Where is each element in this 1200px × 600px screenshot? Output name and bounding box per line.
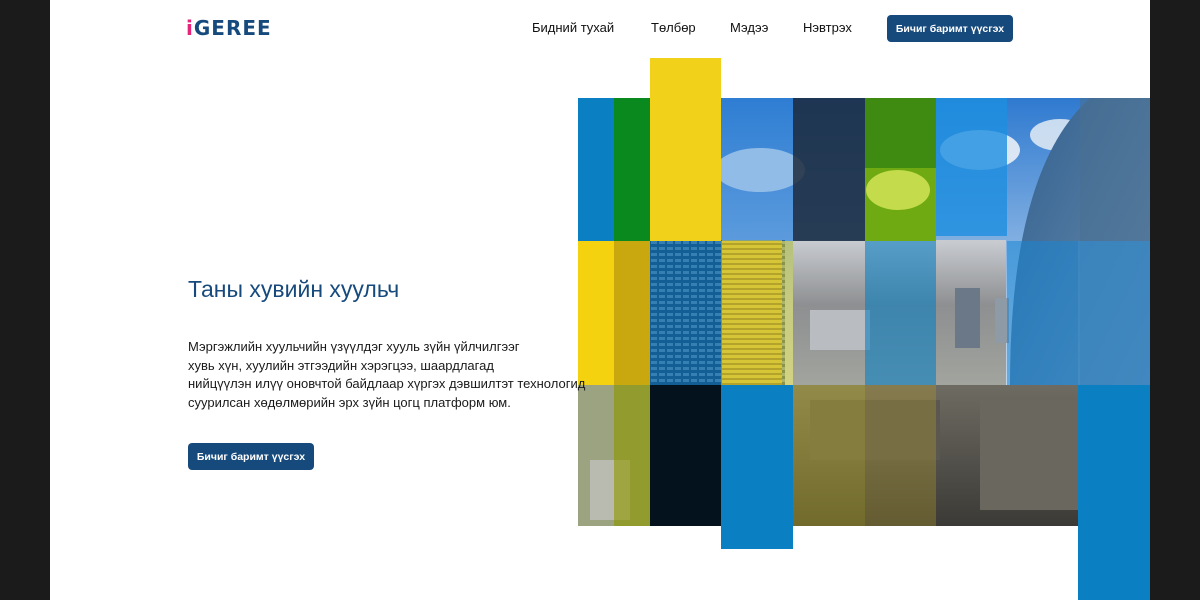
- nav-item-pricing[interactable]: Төлбөр: [651, 20, 711, 35]
- hero-description-line: нийцүүлэн илүү оновчтой байдлаар хүргэх …: [188, 376, 586, 391]
- nav-item-news[interactable]: Мэдээ: [730, 20, 790, 35]
- nav-item-login[interactable]: Нэвтрэх: [803, 20, 863, 35]
- create-document-hero-button[interactable]: Бичиг баримт үүсгэх: [188, 443, 314, 470]
- hero-description-line: суурилсан хөдөлмөрийн эрх зүйн цогц плат…: [188, 394, 511, 410]
- landing-page: iGEREE Бидний тухай Төлбөр Мэдээ Нэвтрэх…: [50, 0, 1150, 600]
- logo-text: GEREE: [193, 16, 272, 40]
- create-document-nav-button[interactable]: Бичиг баримт үүсгэх: [887, 15, 1013, 42]
- hero-description-line: Мэргэжлийн хуульчийн үзүүлдэг хууль зүйн…: [188, 339, 520, 354]
- hero-description-line: хувь хүн, хуулийн этгээдийн хэрэгцээ, ша…: [188, 357, 494, 373]
- igeree-logo[interactable]: iGEREE: [186, 16, 272, 40]
- nav-item-about[interactable]: Бидний тухай: [532, 20, 632, 35]
- hero-description: Мэргэжлийн хуульчийн үзүүлдэг хууль зүйн…: [188, 338, 628, 412]
- logo-i: i: [186, 16, 194, 40]
- hero-title: Таны хувийн хуульч: [188, 276, 400, 302]
